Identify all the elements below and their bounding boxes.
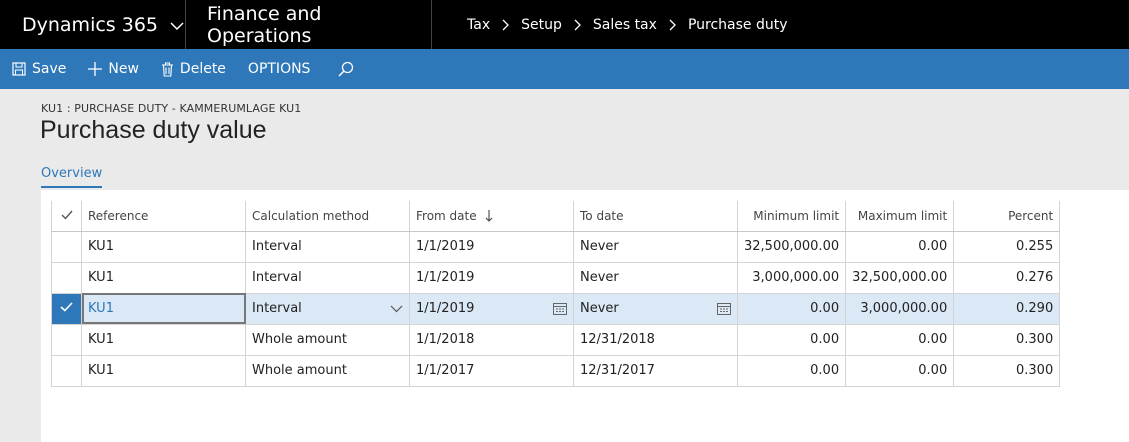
- cell-minimum-limit[interactable]: 0.00: [737, 293, 847, 325]
- row-selector[interactable]: [51, 355, 82, 387]
- cell-minimum-limit[interactable]: 32,500,000.00: [737, 231, 847, 263]
- cell-minimum-limit[interactable]: 3,000,000.00: [737, 262, 847, 294]
- to-date-value: Never: [580, 301, 619, 316]
- cell-minimum-limit[interactable]: 0.00: [737, 324, 847, 356]
- search-button[interactable]: [338, 49, 360, 89]
- column-header-reference[interactable]: Reference: [81, 201, 246, 232]
- column-header-maximum-limit[interactable]: Maximum limit: [845, 201, 955, 232]
- tab-overview[interactable]: Overview: [41, 166, 103, 188]
- calendar-icon[interactable]: [717, 302, 731, 315]
- cell-calculation-method[interactable]: Interval: [245, 231, 410, 263]
- options-label: OPTIONS: [247, 61, 311, 77]
- breadcrumb-item-setup[interactable]: Setup: [521, 17, 562, 33]
- chevron-right-icon: [669, 19, 676, 31]
- save-button[interactable]: Save: [12, 49, 66, 89]
- save-label: Save: [32, 61, 67, 77]
- app-name[interactable]: Finance and Operations: [187, 0, 432, 49]
- cell-from-date[interactable]: 1/1/2018: [409, 324, 574, 356]
- cell-reference[interactable]: KU1: [81, 324, 246, 356]
- cell-from-date[interactable]: 1/1/2017: [409, 355, 574, 387]
- cell-from-date[interactable]: 1/1/2019: [409, 231, 574, 263]
- chevron-down-icon: [170, 14, 184, 36]
- table-row-selected[interactable]: KU1 Interval 1/1/2019 Never 0.00 3,000,0…: [51, 293, 1061, 325]
- chevron-down-icon[interactable]: [390, 305, 403, 313]
- row-selector-checked[interactable]: [51, 293, 82, 325]
- cell-from-date[interactable]: 1/1/2019: [409, 262, 574, 294]
- options-button[interactable]: OPTIONS: [248, 49, 311, 89]
- cell-maximum-limit[interactable]: 32,500,000.00: [845, 262, 955, 294]
- cell-percent[interactable]: 0.276: [953, 262, 1061, 294]
- page-title: Purchase duty value: [40, 116, 267, 144]
- breadcrumb-item-tax[interactable]: Tax: [467, 17, 490, 33]
- cell-percent[interactable]: 0.255: [953, 231, 1061, 263]
- save-icon: [12, 62, 26, 76]
- top-navigation-bar: Dynamics 365 Finance and Operations Tax …: [0, 0, 1129, 49]
- plus-icon: [88, 62, 103, 76]
- grid-header-row: Reference Calculation method From date T…: [51, 201, 1061, 232]
- delete-label: Delete: [179, 61, 226, 77]
- cell-reference[interactable]: KU1: [81, 355, 246, 387]
- select-all-checkbox[interactable]: [51, 201, 82, 232]
- delete-button[interactable]: Delete: [161, 49, 226, 89]
- cell-maximum-limit[interactable]: 0.00: [845, 324, 955, 356]
- cell-calculation-method[interactable]: Interval: [245, 262, 410, 294]
- cell-percent[interactable]: 0.300: [953, 355, 1061, 387]
- from-date-picker[interactable]: 1/1/2019: [409, 293, 574, 325]
- grid-container: Reference Calculation method From date T…: [41, 190, 1129, 442]
- column-header-minimum-limit[interactable]: Minimum limit: [737, 201, 847, 232]
- product-name: Dynamics 365: [22, 13, 158, 36]
- to-date-picker[interactable]: Never: [573, 293, 738, 325]
- from-date-label: From date: [416, 208, 477, 223]
- calculation-method-dropdown[interactable]: Interval: [245, 293, 410, 325]
- calendar-icon[interactable]: [553, 302, 567, 315]
- cell-maximum-limit[interactable]: 3,000,000.00: [845, 293, 955, 325]
- reference-input[interactable]: KU1: [81, 293, 246, 325]
- cell-reference[interactable]: KU1: [81, 231, 246, 263]
- sort-descending-icon: [486, 209, 493, 222]
- cell-minimum-limit[interactable]: 0.00: [737, 355, 847, 387]
- row-selector[interactable]: [51, 262, 82, 294]
- product-switcher[interactable]: Dynamics 365: [0, 0, 186, 49]
- column-header-to-date[interactable]: To date: [573, 201, 738, 232]
- table-row[interactable]: KU1 Whole amount 1/1/2018 12/31/2018 0.0…: [51, 324, 1061, 356]
- table-row[interactable]: KU1 Interval 1/1/2019 Never 32,500,000.0…: [51, 231, 1061, 263]
- record-caption: KU1 : PURCHASE DUTY - KAMMERUMLAGE KU1: [41, 102, 302, 115]
- from-date-value: 1/1/2019: [416, 301, 475, 316]
- cell-to-date[interactable]: Never: [573, 262, 738, 294]
- column-header-percent[interactable]: Percent: [953, 201, 1061, 232]
- cell-calculation-method[interactable]: Whole amount: [245, 324, 410, 356]
- cell-percent[interactable]: 0.290: [953, 293, 1061, 325]
- action-pane: Save New Delete OPTIONS: [0, 49, 1129, 89]
- row-selector[interactable]: [51, 324, 82, 356]
- cell-reference[interactable]: KU1: [81, 262, 246, 294]
- cell-percent[interactable]: 0.300: [953, 324, 1061, 356]
- new-label: New: [108, 61, 139, 77]
- cell-to-date[interactable]: 12/31/2017: [573, 355, 738, 387]
- breadcrumb-item-purchase-duty[interactable]: Purchase duty: [688, 17, 788, 33]
- chevron-right-icon: [574, 19, 581, 31]
- checkmark-icon: [61, 210, 73, 220]
- calculation-method-value: Interval: [252, 301, 302, 316]
- purchase-duty-grid: Reference Calculation method From date T…: [51, 201, 1061, 387]
- row-selector[interactable]: [51, 231, 82, 263]
- search-icon: [338, 61, 354, 77]
- cell-maximum-limit[interactable]: 0.00: [845, 231, 955, 263]
- table-row[interactable]: KU1 Interval 1/1/2019 Never 3,000,000.00…: [51, 262, 1061, 294]
- trash-icon: [161, 61, 173, 77]
- cell-to-date[interactable]: Never: [573, 231, 738, 263]
- breadcrumb-item-sales-tax[interactable]: Sales tax: [593, 17, 657, 33]
- chevron-right-icon: [502, 19, 510, 31]
- checkmark-icon: [60, 302, 73, 312]
- cell-to-date[interactable]: 12/31/2018: [573, 324, 738, 356]
- page-content: KU1 : PURCHASE DUTY - KAMMERUMLAGE KU1 P…: [0, 89, 1129, 442]
- breadcrumb: Tax Setup Sales tax Purchase duty: [467, 0, 788, 49]
- table-row[interactable]: KU1 Whole amount 1/1/2017 12/31/2017 0.0…: [51, 355, 1061, 387]
- column-header-from-date[interactable]: From date: [409, 201, 574, 232]
- column-header-calculation-method[interactable]: Calculation method: [245, 201, 410, 232]
- cell-calculation-method[interactable]: Whole amount: [245, 355, 410, 387]
- cell-maximum-limit[interactable]: 0.00: [845, 355, 955, 387]
- new-button[interactable]: New: [88, 49, 139, 89]
